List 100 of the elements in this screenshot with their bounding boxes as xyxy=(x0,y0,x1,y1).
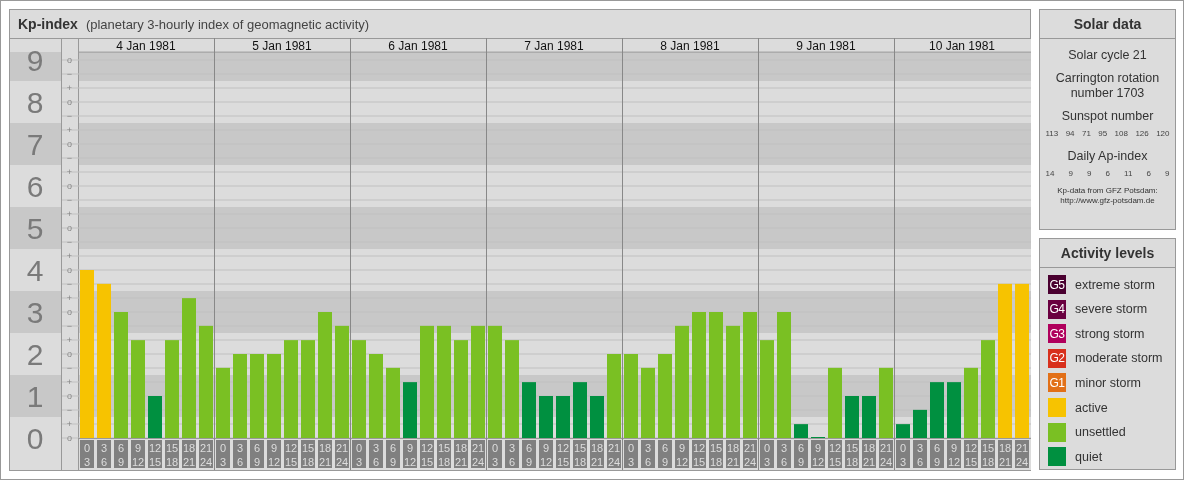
hour-range-label: 21 24 xyxy=(879,440,893,468)
sunspot-value: 126 xyxy=(1135,129,1149,138)
hour-range-label: 6 9 xyxy=(658,440,672,468)
hour-range-label: 3 6 xyxy=(97,440,111,468)
sunspot-value: 113 xyxy=(1045,129,1059,138)
ap-index-value: 6 xyxy=(1105,169,1110,178)
hour-range-label: 21 24 xyxy=(607,440,621,468)
level-swatch: G3 xyxy=(1048,324,1066,344)
sunspot-value: 71 xyxy=(1082,129,1091,138)
hour-range-label: 21 24 xyxy=(335,440,349,468)
hour-range-label: 12 15 xyxy=(148,440,162,468)
sunspot-label: Sunspot number xyxy=(1061,109,1154,124)
level-label: moderate storm xyxy=(1075,351,1163,366)
hour-range-label: 0 3 xyxy=(896,440,910,468)
minor-tick-label: − xyxy=(66,153,73,163)
minor-tick-label: o xyxy=(67,97,72,107)
sunspot-value: 108 xyxy=(1114,129,1128,138)
minor-tick-label: + xyxy=(66,419,73,429)
ap-index-label: Daily Ap-index xyxy=(1067,149,1148,164)
y-axis-label: 7 xyxy=(26,128,44,161)
minor-tick-label: + xyxy=(66,209,73,219)
day-label: 9 Jan 1981 xyxy=(796,38,856,53)
minor-tick-label: + xyxy=(66,125,73,135)
hour-range-label: 9 12 xyxy=(947,440,961,468)
hour-range-label: 3 6 xyxy=(505,440,519,468)
hour-range-label: 12 15 xyxy=(964,440,978,468)
hour-range-label: 9 12 xyxy=(131,440,145,468)
hour-range-label: 0 3 xyxy=(488,440,502,468)
sunspot-value: 94 xyxy=(1065,129,1075,138)
hour-range-label: 12 15 xyxy=(556,440,570,468)
level-label: extreme storm xyxy=(1075,277,1155,292)
minor-tick-label: o xyxy=(67,265,72,275)
minor-tick-label: o xyxy=(67,391,72,401)
sunspot-value: 95 xyxy=(1098,129,1108,138)
level-label: quiet xyxy=(1075,449,1103,464)
y-axis-label: 1 xyxy=(26,380,44,413)
level-swatch: G5 xyxy=(1048,275,1066,295)
minor-tick-label: + xyxy=(66,293,73,303)
hour-range-label: 12 15 xyxy=(692,440,706,468)
ap-index-value: 6 xyxy=(1146,169,1151,178)
minor-tick-label: o xyxy=(67,223,72,233)
minor-tick-label: o xyxy=(67,139,72,149)
hour-range-label: 21 24 xyxy=(199,440,213,468)
hour-range-label: 9 12 xyxy=(675,440,689,468)
hour-range-label: 0 3 xyxy=(216,440,230,468)
y-axis-label: 9 xyxy=(26,44,44,77)
minor-tick-label: − xyxy=(66,69,73,79)
minor-tick-label: o xyxy=(67,349,72,359)
hour-range-label: 6 9 xyxy=(250,440,264,468)
hour-range-label: 21 24 xyxy=(1015,440,1029,468)
hour-range-label: 18 21 xyxy=(318,440,332,468)
minor-tick-label: − xyxy=(66,111,73,121)
level-swatch: G4 xyxy=(1048,299,1066,319)
minor-tick-label: + xyxy=(66,335,73,345)
y-axis-label: 5 xyxy=(26,212,44,245)
source-url: http://www.gfz-potsdam.de xyxy=(1060,196,1155,206)
hour-range-label: 15 18 xyxy=(165,440,179,468)
hour-range-label: 6 9 xyxy=(386,440,400,468)
y-axis-label: 2 xyxy=(26,338,44,371)
minor-tick-label: − xyxy=(66,363,73,373)
panel-title: Kp-index xyxy=(18,16,78,32)
level-label: severe storm xyxy=(1075,302,1148,317)
solar-cycle-text: Solar cycle 21 xyxy=(1068,48,1147,63)
hour-range-label: 0 3 xyxy=(80,440,94,468)
ap-index-value: 11 xyxy=(1124,169,1133,178)
hour-range-label: 18 21 xyxy=(998,440,1012,468)
hour-range-label: 3 6 xyxy=(777,440,791,468)
hour-range-label: 18 21 xyxy=(454,440,468,468)
hour-range-label: 3 6 xyxy=(369,440,383,468)
level-swatch: G2 xyxy=(1048,348,1066,368)
minor-tick-label: − xyxy=(66,195,73,205)
hour-range-label: 6 9 xyxy=(522,440,536,468)
hour-range-label: 3 6 xyxy=(913,440,927,468)
minor-tick-label: + xyxy=(66,167,73,177)
day-label: 7 Jan 1981 xyxy=(524,38,584,53)
day-label: 8 Jan 1981 xyxy=(660,38,720,53)
hour-range-label: 21 24 xyxy=(471,440,485,468)
hour-range-label: 6 9 xyxy=(930,440,944,468)
minor-tick-label: o xyxy=(67,307,72,317)
carrington-text: Carrington rotation number 1703 xyxy=(1054,71,1161,101)
sunspot-value: 120 xyxy=(1156,129,1170,138)
hour-range-label: 0 3 xyxy=(760,440,774,468)
ap-index-value: 14 xyxy=(1045,169,1055,178)
ap-index-value: 9 xyxy=(1068,169,1073,178)
hour-range-label: 9 12 xyxy=(267,440,281,468)
panel-title: Solar data xyxy=(1040,10,1175,39)
source-text: Kp-data from GFZ Potsdam: xyxy=(1057,186,1158,196)
hour-range-label: 6 9 xyxy=(794,440,808,468)
ap-index-value: 9 xyxy=(1087,169,1092,178)
hour-range-label: 12 15 xyxy=(284,440,298,468)
hour-range-label: 12 15 xyxy=(420,440,434,468)
hour-range-label: 9 12 xyxy=(539,440,553,468)
panel-title: Activity levels xyxy=(1040,239,1175,269)
hour-range-label: 9 12 xyxy=(811,440,825,468)
level-label: active xyxy=(1075,400,1108,415)
hour-range-label: 15 18 xyxy=(301,440,315,468)
day-label: 6 Jan 1981 xyxy=(388,38,448,53)
level-label: unsettled xyxy=(1075,425,1126,440)
y-axis-label: 4 xyxy=(26,254,44,287)
hour-range-label: 15 18 xyxy=(845,440,859,468)
